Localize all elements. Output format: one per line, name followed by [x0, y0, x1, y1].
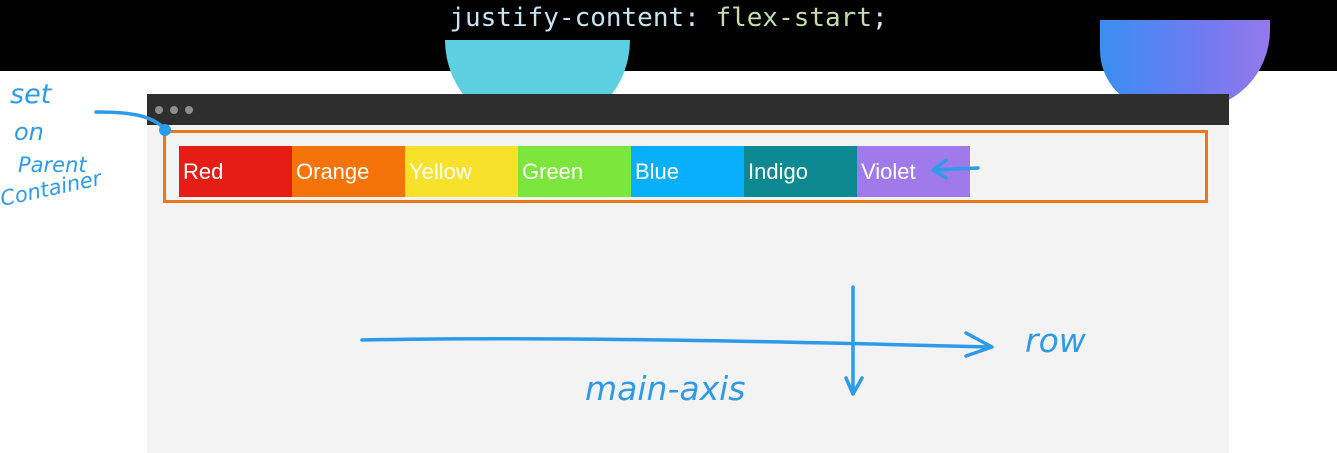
- annotation-layer: set on Parent Container main-axis row: [0, 79, 1087, 408]
- row-label: row: [1025, 321, 1087, 360]
- note-line: on: [14, 118, 44, 146]
- pointer-dot-icon: [159, 124, 171, 136]
- parent-container-note: set on Parent Container: [0, 79, 105, 211]
- right-arrow-icon: [964, 331, 994, 358]
- pointer-curve: [94, 110, 166, 130]
- left-arrow-icon: [931, 158, 980, 180]
- note-line: set: [10, 79, 53, 110]
- main-axis-label: main-axis: [585, 369, 745, 408]
- main-axis-line: [360, 336, 992, 349]
